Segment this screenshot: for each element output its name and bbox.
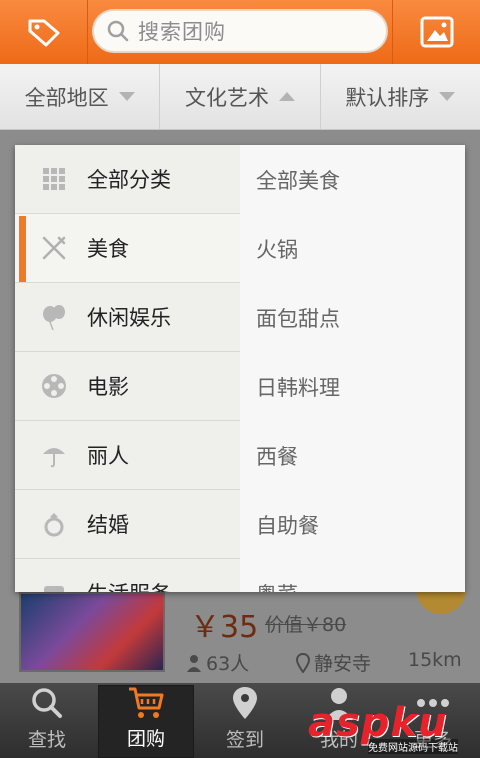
category-label: 美食 — [87, 237, 129, 261]
category-label: 全部分类 — [87, 168, 171, 192]
tag-icon — [28, 19, 59, 47]
category-item-all[interactable]: 全部分类 — [15, 145, 240, 214]
filter-region-label: 全部地区 — [24, 85, 109, 110]
deal-people: 63人 — [186, 649, 249, 676]
balloon-icon — [41, 304, 67, 330]
top-bar: 搜索团购 — [0, 0, 480, 64]
chevron-down-icon — [439, 92, 456, 101]
chevron-down-icon — [118, 92, 135, 101]
search-icon — [30, 685, 64, 721]
filter-region[interactable]: 全部地区 — [0, 64, 159, 129]
tab-checkin[interactable]: 签到 — [198, 683, 292, 758]
tag-button[interactable] — [0, 0, 88, 64]
category-list: 全部分类 美食 休闲娱乐 电影 丽人 结婚 — [15, 145, 240, 592]
service-icon — [41, 580, 67, 592]
search-placeholder: 搜索团购 — [138, 20, 226, 44]
fork-knife-icon — [41, 235, 67, 261]
tab-search[interactable]: 查找 — [0, 683, 94, 758]
ring-icon — [41, 511, 67, 537]
photo-icon — [420, 16, 453, 48]
category-label: 生活服务 — [87, 578, 171, 592]
search-input[interactable]: 搜索团购 — [92, 9, 388, 53]
category-item-wedding[interactable]: 结婚 — [15, 490, 240, 559]
deal-location-text: 静安寺 — [314, 653, 372, 675]
film-reel-icon — [41, 373, 67, 399]
category-label: 结婚 — [87, 513, 129, 537]
category-label: 休闲娱乐 — [87, 306, 171, 330]
category-label: 丽人 — [87, 444, 129, 468]
person-icon — [187, 654, 201, 672]
tab-group-buy[interactable]: 团购 — [98, 685, 194, 758]
category-item-food[interactable]: 美食 — [15, 214, 240, 283]
tab-label: 查找 — [27, 729, 66, 751]
watermark-subtitle: 免费网站源码下载站 — [368, 739, 458, 754]
filter-bar: 全部地区 文化艺术 默认排序 — [0, 64, 480, 130]
deal-people-count: 63人 — [206, 653, 250, 675]
location-pin-icon — [231, 685, 259, 721]
filter-category-label: 文化艺术 — [184, 85, 269, 110]
deal-original-price: 价值￥80 — [265, 614, 347, 636]
category-label: 电影 — [87, 375, 129, 399]
chevron-up-icon — [278, 92, 295, 101]
deal-location: 静安寺 — [296, 649, 371, 676]
category-dropdown: 全部分类 美食 休闲娱乐 电影 丽人 结婚 全部美食 火锅 面包甜点 日韩料理 … — [15, 145, 465, 592]
deal-item[interactable]: ￥35 价值￥80 63人 静安寺 15km — [0, 584, 480, 683]
subcategory-item[interactable]: 火锅 — [240, 214, 465, 283]
subcategory-item[interactable]: 西餐 — [240, 421, 465, 490]
category-item-service[interactable]: 生活服务 — [15, 559, 240, 592]
tab-label: 签到 — [225, 729, 264, 751]
deal-price: ￥35 — [190, 610, 259, 645]
deal-image — [19, 592, 165, 672]
category-item-beauty[interactable]: 丽人 — [15, 421, 240, 490]
filter-sort-label: 默认排序 — [345, 85, 430, 110]
cart-icon — [127, 686, 165, 720]
search-icon — [107, 20, 129, 42]
category-item-movie[interactable]: 电影 — [15, 352, 240, 421]
subcategory-item[interactable]: 粤菜 — [240, 559, 465, 593]
tab-label: 团购 — [126, 728, 165, 750]
umbrella-icon — [41, 442, 67, 468]
filter-sort[interactable]: 默认排序 — [319, 64, 480, 129]
subcategory-item[interactable]: 日韩料理 — [240, 352, 465, 421]
subcategory-item[interactable]: 面包甜点 — [240, 283, 465, 352]
subcategory-item[interactable]: 全部美食 — [240, 145, 465, 214]
grid-icon — [41, 166, 67, 192]
photo-button[interactable] — [392, 0, 480, 64]
deal-distance: 15km — [408, 649, 462, 671]
category-item-leisure[interactable]: 休闲娱乐 — [15, 283, 240, 352]
location-pin-icon — [296, 652, 310, 673]
subcategory-item[interactable]: 自助餐 — [240, 490, 465, 559]
subcategory-list: 全部美食 火锅 面包甜点 日韩料理 西餐 自助餐 粤菜 — [240, 145, 465, 592]
filter-category[interactable]: 文化艺术 — [159, 64, 319, 129]
